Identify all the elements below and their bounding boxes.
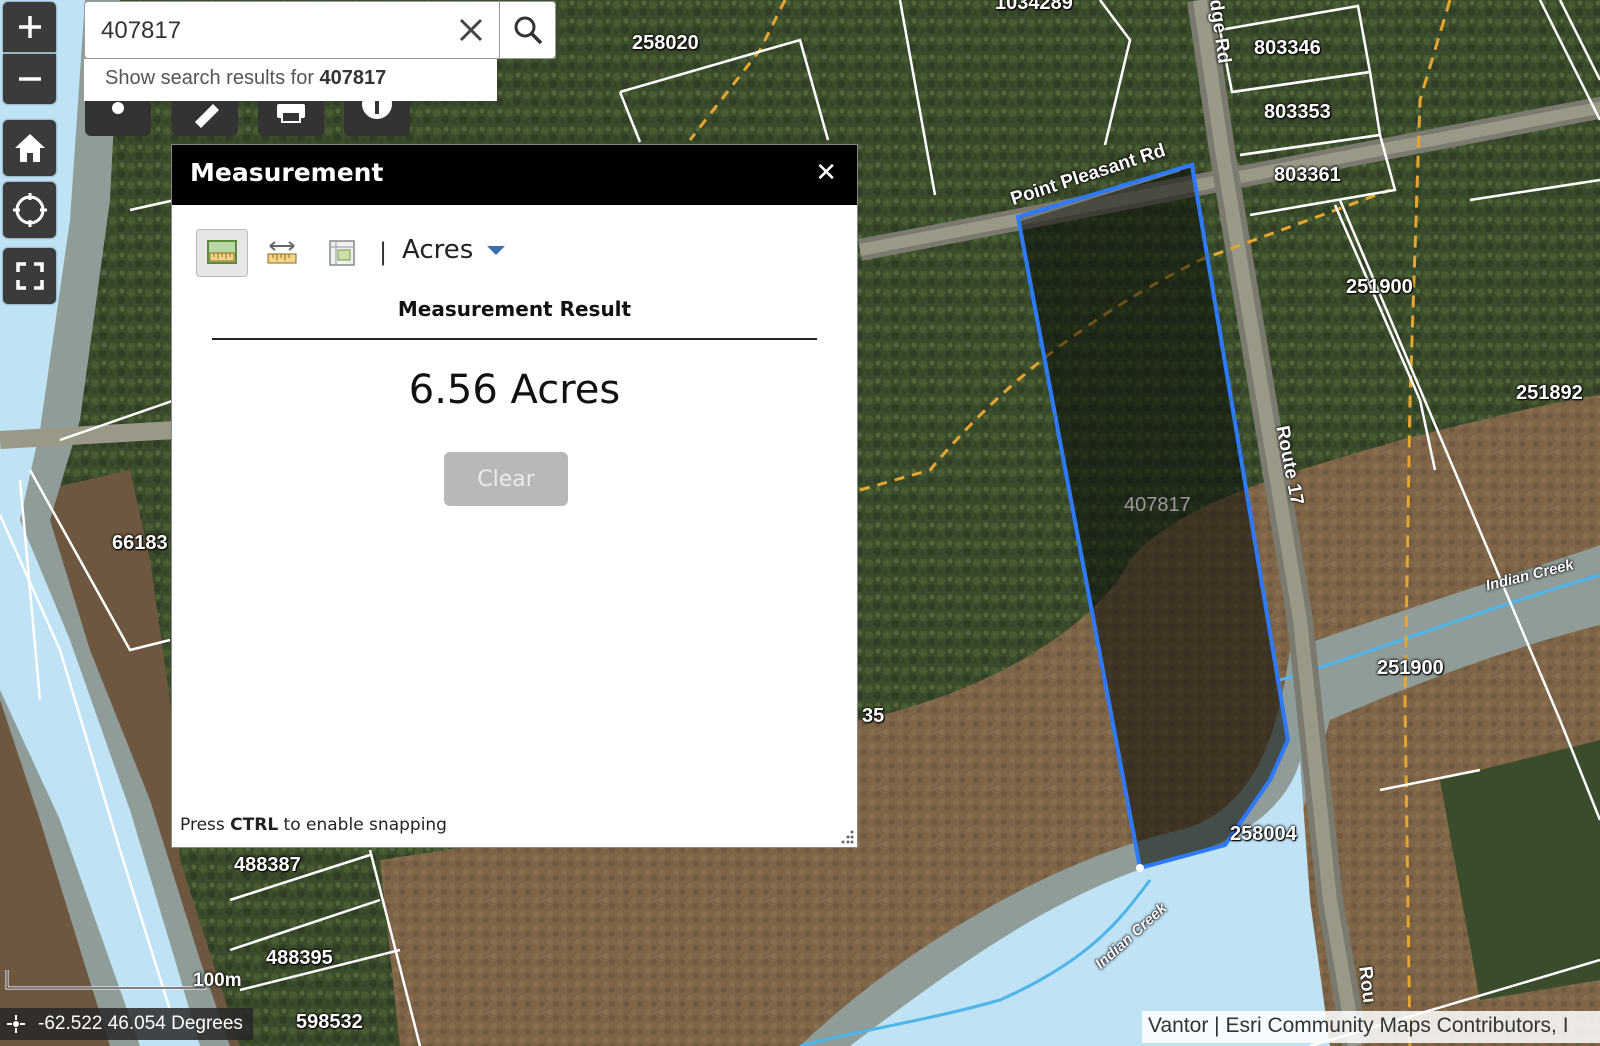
minus-icon (18, 77, 41, 81)
parcel-label: 488387 (234, 854, 301, 876)
panel-title: Measurement (190, 158, 384, 187)
home-icon (14, 134, 45, 162)
search-icon (514, 16, 543, 45)
home-button[interactable] (3, 120, 56, 176)
distance-measure-icon (267, 241, 297, 264)
snap-prefix: Press (180, 815, 231, 835)
parcel-label: 251900 (1346, 276, 1413, 298)
divider (212, 338, 817, 340)
unit-separator: | (379, 238, 388, 266)
parcel-label: 803353 (1264, 101, 1331, 123)
measurement-panel: Measurement ✕ | Acres Measurement Result… (171, 144, 858, 848)
unit-label: Acres (402, 235, 474, 265)
coordinate-text: -62.522 46.054 Degrees (38, 1013, 243, 1034)
parcel-label: 598532 (296, 1011, 363, 1033)
fullscreen-button[interactable] (3, 248, 56, 304)
parcel-label: 251900 (1377, 657, 1444, 679)
parcel-label-selected: 407817 (1124, 494, 1191, 516)
printer-icon (277, 104, 305, 123)
resize-handle-icon[interactable] (839, 829, 855, 845)
search-box (84, 1, 556, 59)
result-value: 6.56 Acres (408, 367, 621, 413)
road-label-route17-lower: Rou (1354, 965, 1380, 1005)
fullscreen-icon (15, 262, 44, 290)
coordinate-readout[interactable]: -62.522 46.054 Degrees (0, 1008, 253, 1040)
crosshair-icon (7, 1015, 25, 1033)
area-tool-button[interactable] (196, 229, 248, 277)
parcel-label: 803346 (1254, 37, 1321, 59)
snapping-hint: Press CTRL to enable snapping (180, 815, 447, 835)
result-heading: Measurement Result (397, 297, 632, 321)
info-icon (362, 100, 392, 119)
clear-button[interactable]: Clear (444, 452, 568, 506)
attribution: Vantor | Esri Community Maps Contributor… (1142, 1011, 1600, 1043)
parcel-label: 66183 (112, 532, 168, 554)
area-measure-icon (207, 240, 237, 264)
parcel-label: 251892 (1516, 382, 1583, 404)
search-input[interactable] (99, 12, 443, 50)
parcel-label: 488395 (266, 947, 333, 969)
search-suggestion[interactable]: Show search results for 407817 (84, 59, 497, 101)
unit-dropdown[interactable]: Acres (402, 235, 507, 265)
snap-suffix: to enable snapping (278, 815, 447, 835)
zoom-in-button[interactable] (3, 2, 56, 52)
clear-search-icon[interactable] (455, 14, 487, 46)
parcel-label: 258020 (632, 32, 699, 54)
location-tool-button[interactable] (316, 229, 368, 277)
parcel-label: 803361 (1274, 164, 1341, 186)
suggestion-term: 407817 (319, 67, 387, 89)
distance-tool-button[interactable] (256, 229, 308, 277)
scale-bar (5, 970, 207, 990)
plus-icon (18, 16, 41, 38)
parcel-label: 258004 (1230, 823, 1297, 845)
location-measure-icon (329, 240, 355, 266)
suggestion-prefix: Show search results for (105, 67, 320, 89)
zoom-out-button[interactable] (3, 54, 56, 104)
scale-label: 100m (193, 970, 242, 991)
snap-key: CTRL (230, 815, 279, 835)
ruler-icon (195, 104, 219, 128)
parcel-label: 35 (862, 705, 885, 727)
layers-icon (112, 102, 124, 114)
measure-button[interactable] (172, 100, 238, 136)
locate-button[interactable] (3, 182, 56, 238)
panel-header: Measurement ✕ (172, 145, 857, 205)
info-button[interactable] (344, 100, 410, 136)
layers-button[interactable] (85, 100, 151, 136)
chevron-down-icon (487, 246, 506, 255)
search-button[interactable] (499, 2, 556, 58)
parcel-label: 1034289 (995, 0, 1073, 14)
locate-icon (12, 193, 47, 227)
close-icon[interactable]: ✕ (815, 160, 837, 186)
print-button[interactable] (258, 100, 324, 136)
